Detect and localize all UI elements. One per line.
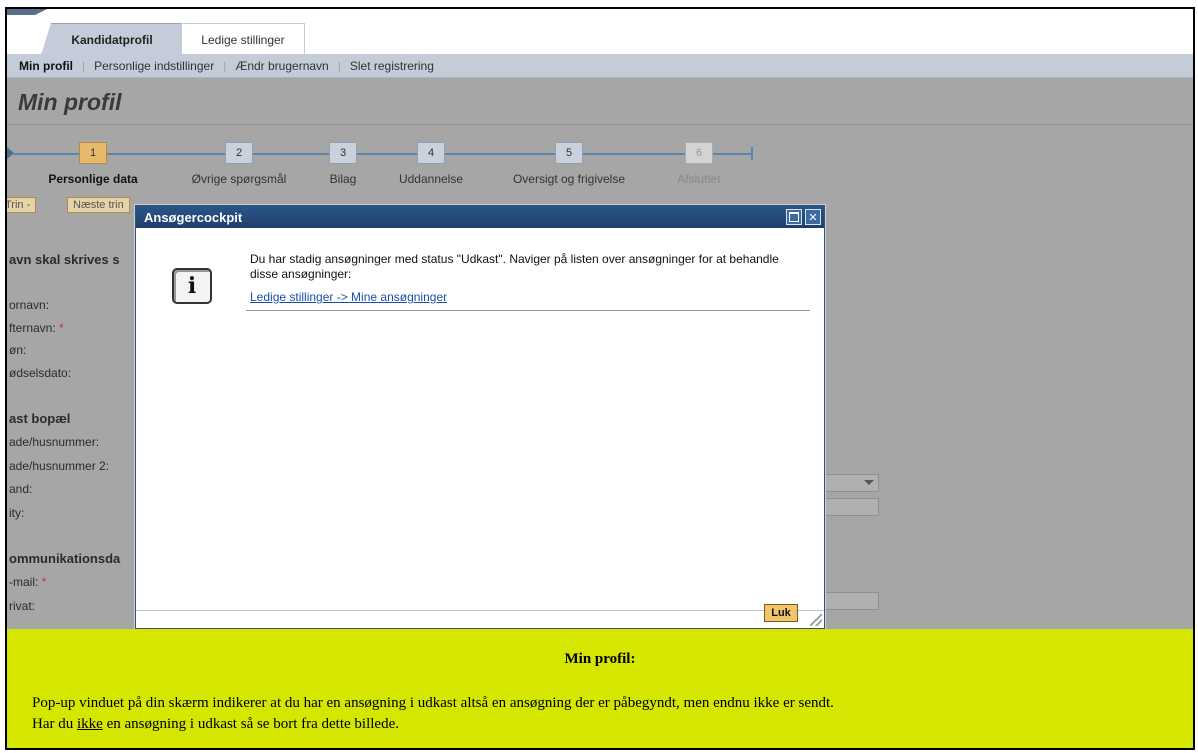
subnav-separator: | — [223, 58, 227, 73]
subnav-separator: | — [82, 58, 86, 73]
step-2-box[interactable]: 2 — [225, 142, 253, 164]
koen-label: øn: — [9, 343, 27, 357]
luk-button[interactable]: Luk — [764, 604, 798, 622]
step-3-box[interactable]: 3 — [329, 142, 357, 164]
roadmap-end-cap — [751, 147, 753, 160]
note-title: Min profil: — [564, 651, 636, 667]
dialog-footer: Luk — [136, 600, 824, 628]
sub-navigation: Min profil | Personlige indstillinger | … — [7, 54, 1193, 78]
dialog-title: Ansøgercockpit — [144, 209, 243, 225]
close-icon: ✕ — [808, 211, 818, 224]
corner-decoration — [7, 9, 47, 15]
dialog-divider — [246, 310, 810, 311]
gade2-label: ade/husnummer 2: — [9, 459, 110, 473]
chevron-down-icon — [864, 480, 874, 485]
required-marker: * — [41, 575, 47, 589]
land-label: and: — [9, 482, 33, 496]
step-5-box[interactable]: 5 — [555, 142, 583, 164]
step-1-box[interactable]: 1 — [79, 142, 107, 164]
required-marker: * — [59, 321, 64, 335]
dialog-title-bar[interactable]: Ansøgercockpit — [136, 206, 824, 228]
subnav-min-profil[interactable]: Min profil — [19, 59, 73, 73]
explanation-note: Min profil: Pop-up vinduet på din skærm … — [7, 629, 1193, 748]
section-name-heading: avn skal skrives s — [9, 252, 120, 267]
privat-field[interactable] — [819, 592, 879, 610]
step-2-label[interactable]: Øvrige spørgsmål — [192, 172, 287, 186]
note-line-1: Pop-up vinduet på din skærm indikerer at… — [32, 695, 834, 711]
foedselsdato-label: ødselsdato: — [9, 366, 72, 380]
roadmap-line — [445, 153, 555, 155]
roadmap-line — [13, 153, 79, 155]
city-label: ity: — [9, 506, 25, 520]
footer-divider — [136, 610, 824, 611]
city-field[interactable] — [819, 498, 879, 516]
roadmap-line — [583, 153, 685, 155]
tab-bar: Kandidatprofil Ledige stillinger — [7, 9, 1193, 55]
maximize-button[interactable] — [786, 209, 802, 225]
step-4-box[interactable]: 4 — [417, 142, 445, 164]
roadmap-line — [357, 153, 417, 155]
close-button[interactable]: ✕ — [805, 209, 821, 225]
mine-ansoegninger-link[interactable]: Ledige stillinger -> Mine ansøgninger — [250, 290, 447, 304]
roadmap-line — [253, 153, 329, 155]
subnav-aendr-brugernavn[interactable]: Ændr brugernavn — [235, 59, 328, 73]
info-icon: i — [172, 268, 212, 304]
maximize-icon — [789, 212, 799, 222]
subnav-personlige-indstillinger[interactable]: Personlige indstillinger — [94, 59, 214, 73]
step-6-box: 6 — [685, 142, 713, 164]
step-5-label[interactable]: Oversigt og frigivelse — [513, 172, 625, 186]
fornavn-label: ornavn: — [9, 298, 50, 312]
resize-grip-icon[interactable] — [810, 614, 822, 626]
subnav-slet-registrering[interactable]: Slet registrering — [350, 59, 434, 73]
ansoegercockpit-dialog: Ansøgercockpit ✕ i Du har stadig ansøgni… — [135, 205, 825, 629]
step-4-label[interactable]: Uddannelse — [399, 172, 463, 186]
subnav-separator: | — [337, 58, 341, 73]
note-text: Pop-up vinduet på din skærm indikerer at… — [32, 693, 834, 735]
step-6-label: Afsluttet — [677, 172, 721, 186]
section-bopael-heading: ast bopæl — [9, 411, 71, 426]
efternavn-label: fternavn: * — [9, 321, 64, 335]
step-1-label[interactable]: Personlige data — [48, 172, 137, 186]
note-emphasis: ikke — [77, 716, 103, 732]
roadmap-line — [107, 153, 225, 155]
email-label: -mail: * — [9, 575, 47, 589]
step-3-label[interactable]: Bilag — [330, 172, 357, 186]
section-komm-heading: ommunikationsda — [9, 551, 121, 566]
dialog-message: Du har stadig ansøgninger med status "Ud… — [250, 252, 779, 281]
tab-kandidatprofil[interactable]: Kandidatprofil — [41, 23, 183, 55]
page-title: Min profil — [18, 89, 122, 115]
roadmap-line — [713, 153, 753, 155]
land-dropdown[interactable] — [819, 474, 879, 492]
privat-label: rivat: — [9, 599, 36, 613]
note-line-2: Har du ikke en ansøgning i udkast så se … — [32, 716, 399, 732]
title-divider — [7, 124, 1193, 125]
tab-ledige-stillinger[interactable]: Ledige stillinger — [181, 23, 305, 55]
app-window: Kandidatprofil Ledige stillinger Min pro… — [7, 9, 1193, 629]
prev-step-button[interactable]: Trin - — [7, 197, 37, 213]
screenshot-frame: Kandidatprofil Ledige stillinger Min pro… — [5, 7, 1195, 750]
next-step-button[interactable]: Næste trin — [67, 197, 130, 213]
gade1-label: ade/husnummer: — [9, 435, 100, 449]
